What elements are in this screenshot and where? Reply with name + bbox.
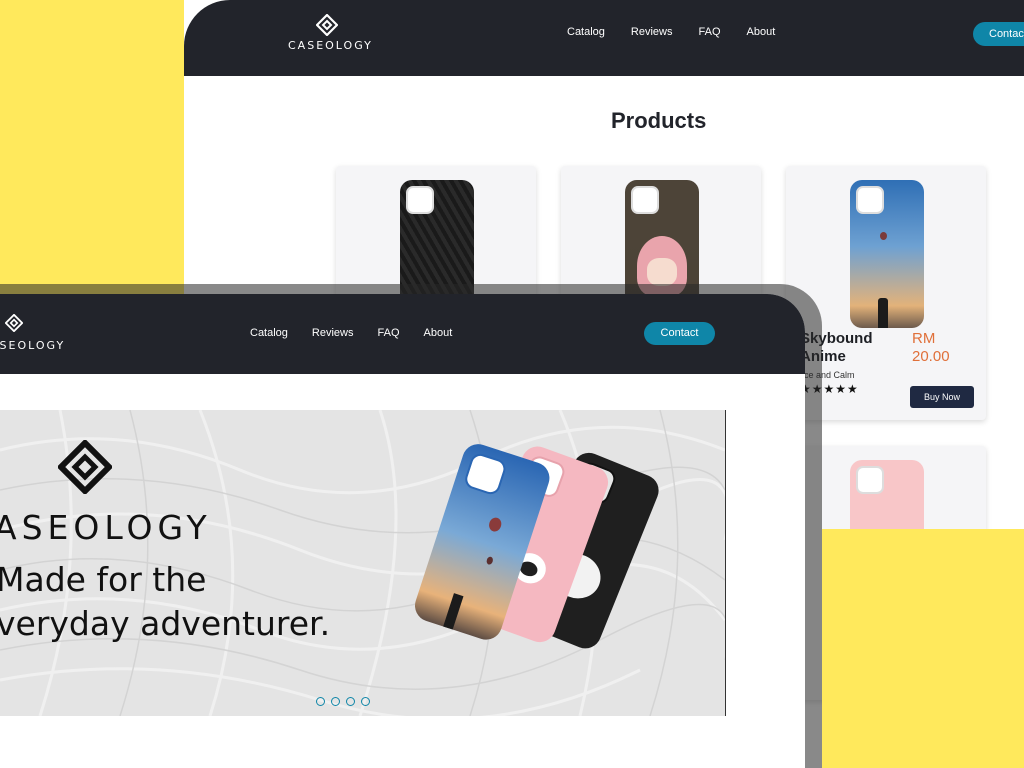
products-heading: Products <box>611 108 707 133</box>
carousel-indicators <box>316 697 370 706</box>
navbar: CASEOLOGY Catalog Reviews FAQ About Cont… <box>184 0 1024 76</box>
logo-mark-icon <box>5 314 23 332</box>
navbar: ASEOLOGY Catalog Reviews FAQ About Conta… <box>0 294 805 374</box>
anime-character-face <box>647 258 677 286</box>
hero-carousel[interactable]: ASEOLOGY Made for the veryday adventurer… <box>0 410 726 716</box>
carousel-dot-1[interactable] <box>316 697 325 706</box>
nav-links: Catalog Reviews FAQ About <box>250 327 476 339</box>
decorative-yellow-block-top <box>0 0 184 300</box>
brand-logo[interactable]: CASEOLOGY <box>288 14 371 54</box>
nav-link-faq[interactable]: FAQ <box>699 26 721 38</box>
camera-cutout <box>856 186 884 214</box>
brand-name: ASEOLOGY <box>0 339 66 352</box>
hero-brand-name: ASEOLOGY <box>0 508 212 547</box>
hero-tagline-line-2: veryday adventurer. <box>0 604 331 643</box>
brand-name: CASEOLOGY <box>288 39 373 52</box>
carousel-dot-3[interactable] <box>346 697 355 706</box>
product-image-skybound-case <box>850 180 924 328</box>
hero-tagline-line-1: Made for the <box>0 560 207 599</box>
nav-links: Catalog Reviews FAQ About <box>567 26 801 38</box>
nav-link-about[interactable]: About <box>424 327 453 339</box>
silhouette-figure <box>878 298 888 328</box>
nav-link-catalog[interactable]: Catalog <box>250 327 288 339</box>
carousel-dot-4[interactable] <box>361 697 370 706</box>
nav-link-catalog[interactable]: Catalog <box>567 26 605 38</box>
nav-link-reviews[interactable]: Reviews <box>631 26 673 38</box>
hero-logo-icon <box>58 440 112 494</box>
contact-button[interactable]: Contact <box>644 322 715 345</box>
camera-cutout <box>406 186 434 214</box>
carousel-dot-2[interactable] <box>331 697 340 706</box>
nav-link-about[interactable]: About <box>747 26 776 38</box>
nav-link-reviews[interactable]: Reviews <box>312 327 354 339</box>
hero-phone-cases-illustration <box>414 444 659 649</box>
product-price: RM 20.00 <box>912 330 950 365</box>
nav-link-faq[interactable]: FAQ <box>378 327 400 339</box>
camera-cutout <box>631 186 659 214</box>
decorative-yellow-block-bottom <box>822 529 1024 768</box>
balloon-icon <box>880 232 887 240</box>
logo-mark-icon <box>316 14 338 36</box>
buy-now-button[interactable]: Buy Now <box>910 386 974 408</box>
camera-cutout <box>856 466 884 494</box>
contact-button[interactable]: Contac <box>973 22 1024 46</box>
hero-tagline: Made for the veryday adventurer. <box>0 558 330 646</box>
brand-logo[interactable]: ASEOLOGY <box>0 312 63 352</box>
home-page-window: ASEOLOGY Catalog Reviews FAQ About Conta… <box>0 294 805 768</box>
